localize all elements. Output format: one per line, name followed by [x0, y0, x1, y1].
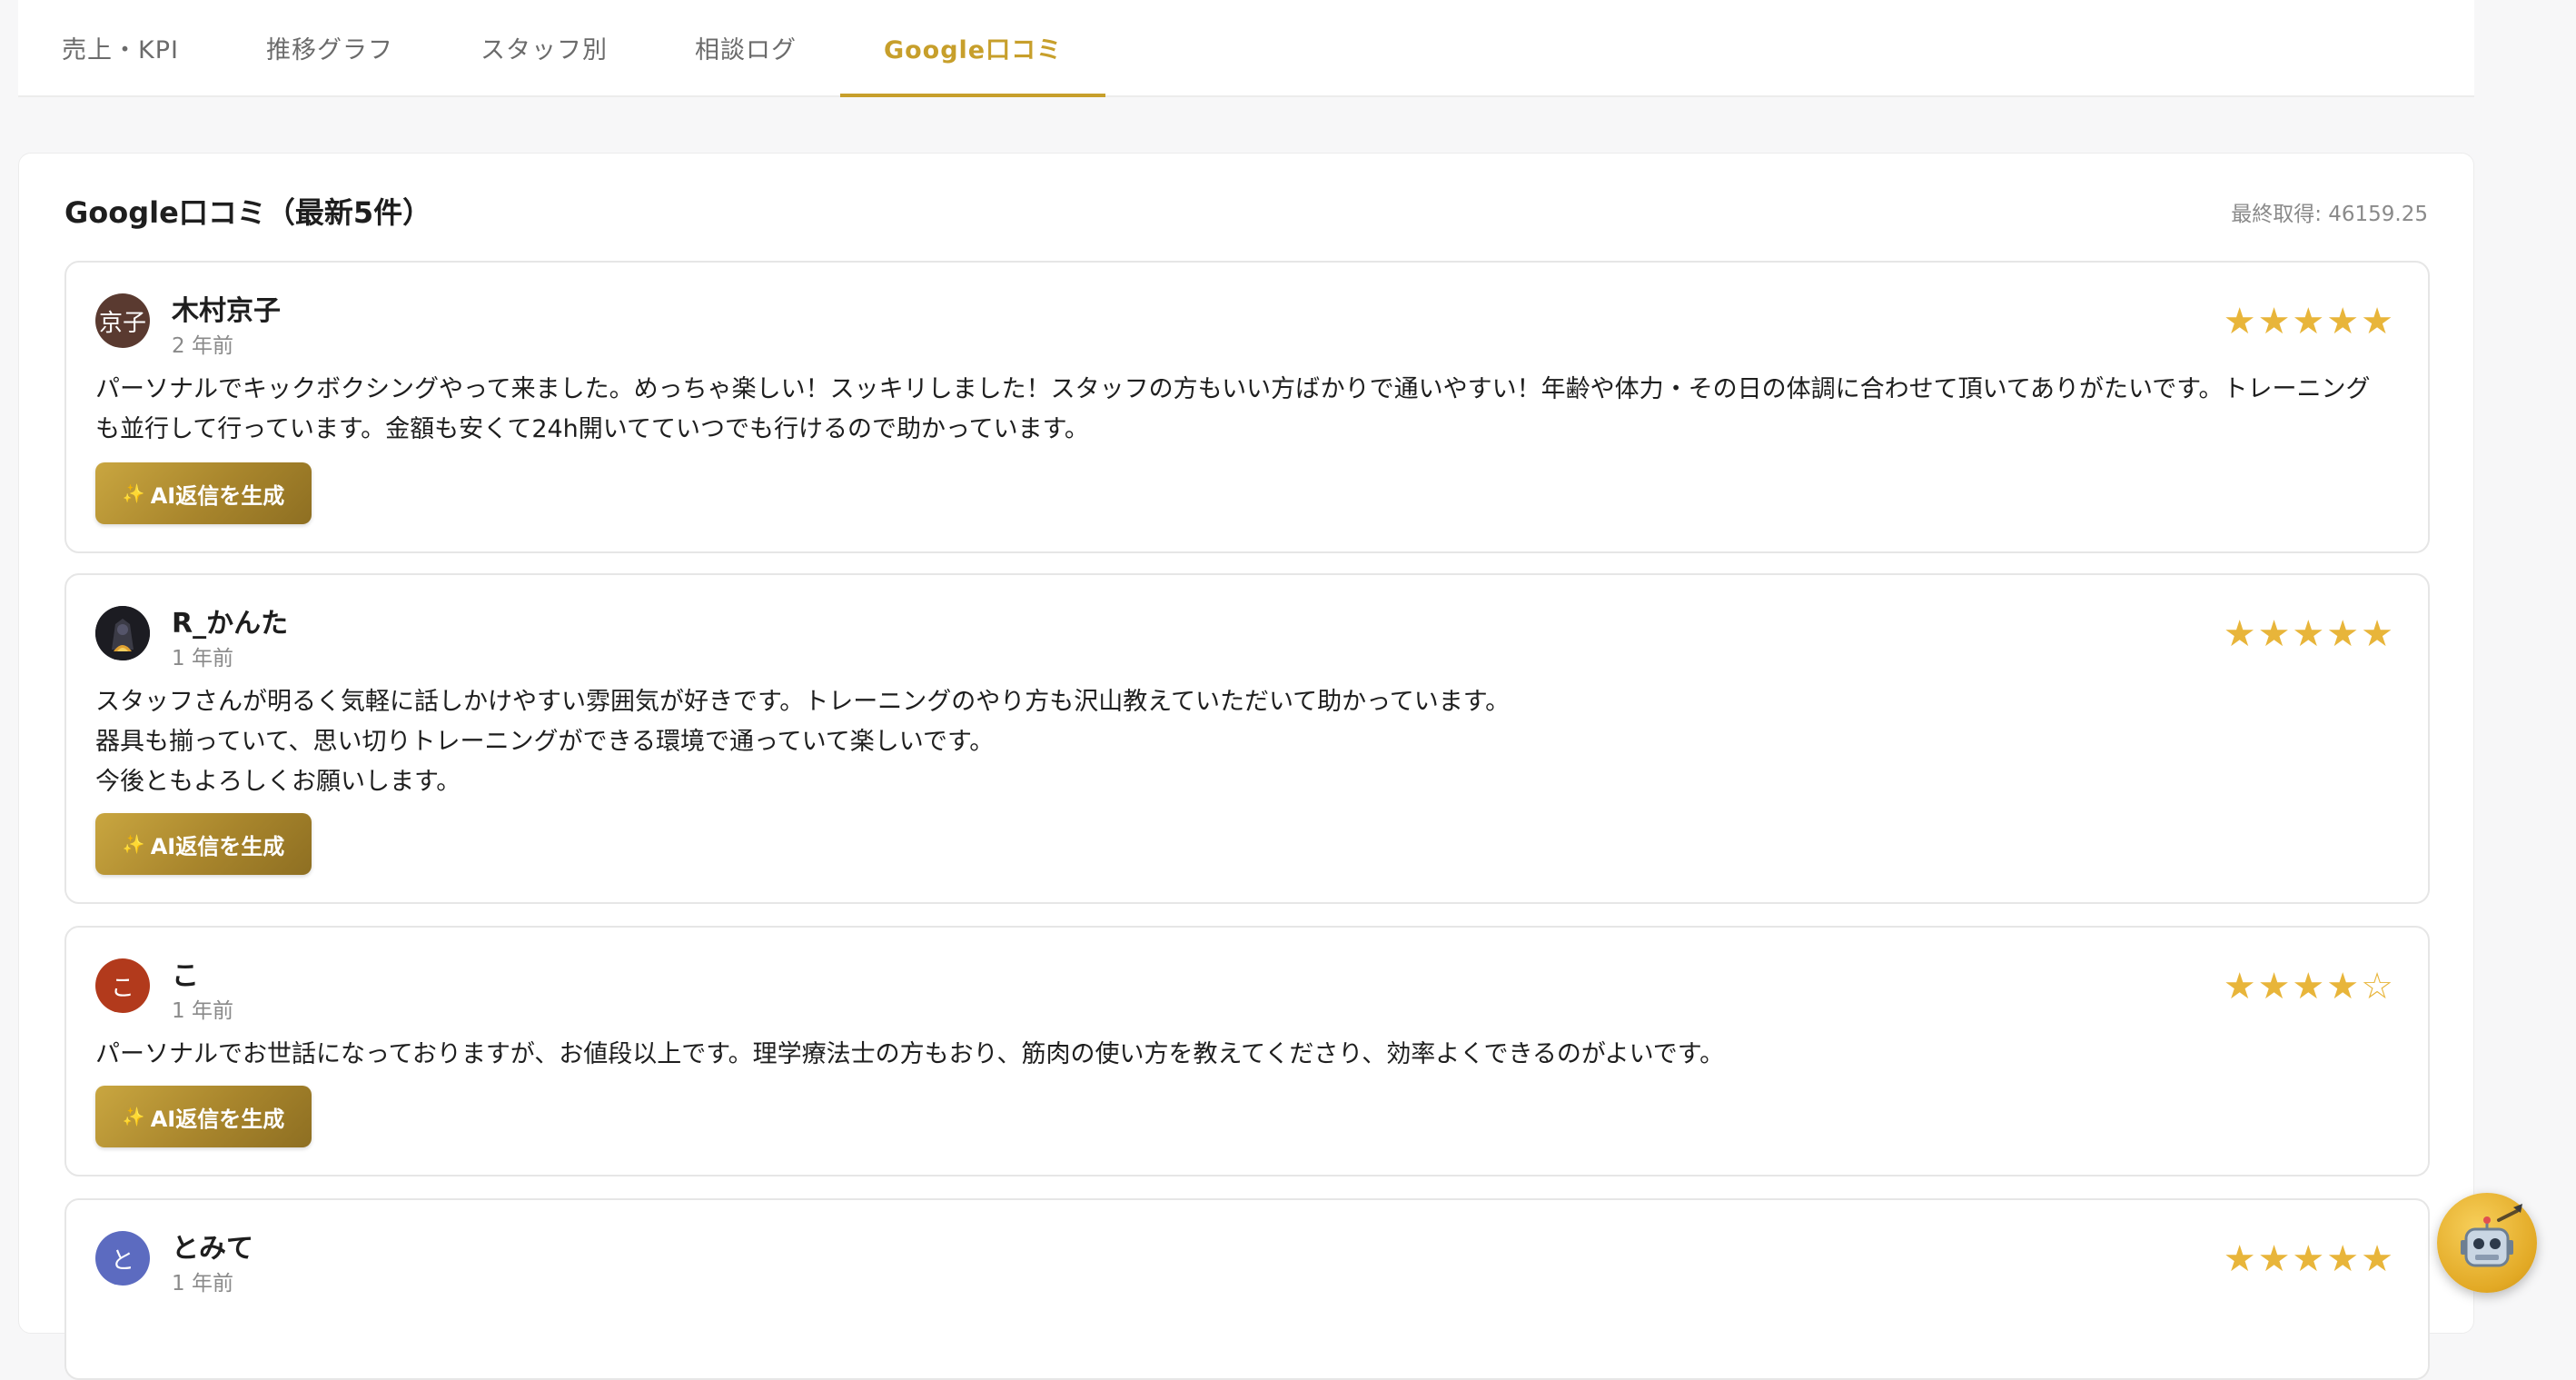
page: 売上・KPI 推移グラフ スタッフ別 相談ログ Google口コミ Google…: [0, 0, 2576, 1380]
reviews-panel: Google口コミ（最新5件） 最終取得: 46159.25 京子 木村京子 2…: [18, 153, 2474, 1380]
review-time: 1 年前: [172, 647, 233, 670]
last-fetched-label: 最終取得: 46159.25: [2231, 203, 2428, 226]
star-rating: ★★★★☆: [2223, 966, 2395, 1008]
reviewer-name: とみて: [172, 1233, 253, 1265]
tab-consultation-log[interactable]: 相談ログ: [651, 0, 840, 95]
sparkles-icon: ✨: [122, 482, 145, 504]
avatar-image: [95, 606, 150, 660]
star-rating: ★★★★★: [2223, 613, 2395, 655]
tab-bar: 売上・KPI 推移グラフ スタッフ別 相談ログ Google口コミ: [18, 0, 2474, 97]
review-card: R_かんた 1 年前 ★★★★★ スタッフさんが明るく気軽に話しかけやすい雰囲気…: [64, 573, 2430, 904]
generate-ai-reply-button[interactable]: ✨ AI返信を生成: [95, 462, 312, 524]
review-time: 1 年前: [172, 1272, 233, 1296]
tab-sales-kpi[interactable]: 売上・KPI: [45, 0, 223, 95]
review-text: パーソナルでお世話になっておりますが、お値段以上です。理学療法士の方もおり、筋肉…: [95, 1040, 1725, 1068]
panel-title: Google口コミ（最新5件）: [64, 195, 432, 230]
review-time: 2 年前: [172, 334, 233, 358]
robot-icon: [2461, 1204, 2522, 1267]
review-card: と とみて 1 年前 ★★★★★: [64, 1198, 2430, 1380]
reviewer-name: 木村京子: [172, 295, 281, 327]
avatar: と: [95, 1231, 150, 1286]
generate-ai-reply-button[interactable]: ✨ AI返信を生成: [95, 1086, 312, 1147]
star-rating: ★★★★★: [2223, 1238, 2395, 1280]
review-card: こ こ 1 年前 ★★★★☆ パーソナルでお世話になっておりますが、お値段以上で…: [64, 926, 2430, 1176]
avatar: 京子: [95, 293, 150, 348]
star-rating: ★★★★★: [2223, 301, 2395, 343]
button-label: AI返信を生成: [150, 1106, 285, 1132]
avatar: こ: [95, 958, 150, 1013]
button-label: AI返信を生成: [150, 833, 285, 859]
review-time: 1 年前: [172, 999, 233, 1023]
tab-by-staff[interactable]: スタッフ別: [437, 0, 651, 95]
sparkles-icon: ✨: [122, 833, 145, 855]
ai-assistant-button[interactable]: [2437, 1193, 2537, 1293]
review-text: パーソナルでキックボクシングやって来ました。めっちゃ楽しい！スッキリしました！ス…: [95, 375, 2371, 443]
tab-google-reviews[interactable]: Google口コミ: [839, 0, 1106, 97]
avatar: [95, 606, 150, 660]
tab-trend-graph[interactable]: 推移グラフ: [223, 0, 437, 95]
reviewer-name: R_かんた: [172, 608, 289, 640]
review-card: 京子 木村京子 2 年前 ★★★★★ パーソナルでキックボクシングやって来ました…: [64, 261, 2430, 553]
reviewer-name: こ: [172, 960, 199, 992]
button-label: AI返信を生成: [150, 482, 285, 509]
review-text: スタッフさんが明るく気軽に話しかけやすい雰囲気が好きです。トレーニングのやり方も…: [95, 688, 1511, 796]
sparkles-icon: ✨: [122, 1106, 145, 1127]
generate-ai-reply-button[interactable]: ✨ AI返信を生成: [95, 813, 312, 875]
